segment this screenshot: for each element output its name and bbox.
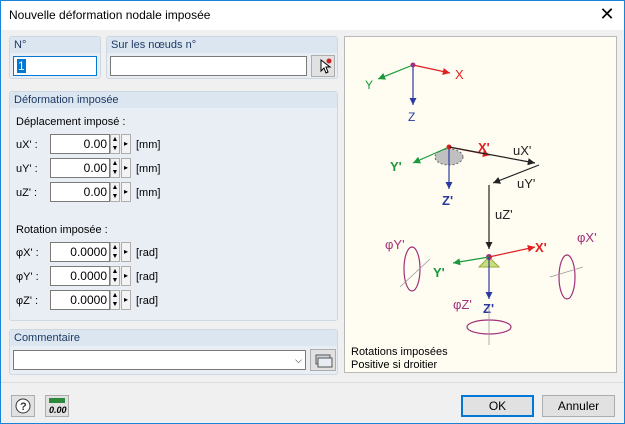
number-input[interactable]: 1 [13,56,97,76]
phiz-diagram-label: φZ' [453,297,472,312]
comment-library-button[interactable] [310,349,336,371]
phiz-input[interactable]: 0.0000 [50,290,110,310]
uy-spinner[interactable]: ▲ ▼ [110,158,120,178]
phiy-unit: [rad] [136,271,159,283]
displacement-label: Déplacement imposé : [16,116,126,128]
phiz-label: φZ' : [16,295,39,307]
local-y-label: Y' [390,159,402,174]
ux-input[interactable]: 0.00 [50,134,110,154]
folder-stack-icon [315,354,333,368]
nodes-group-label: Sur les nœuds n° [107,37,337,53]
dialog-window: Nouvelle déformation nodale imposée ✕ N°… [0,0,625,424]
phiz-spinner[interactable]: ▲ ▼ [110,290,120,310]
uz-input[interactable]: 0.00 [50,182,110,202]
deformation-diagram: X Y Z X' Y' Z' uX' uY' uZ' X' Y' Z' φY' … [351,62,597,371]
phix-unit: [rad] [136,247,159,259]
uz-diagram-label: uZ' [495,207,513,222]
close-icon[interactable]: ✕ [596,4,618,26]
uy-input[interactable]: 0.00 [50,158,110,178]
phiy-input[interactable]: 0.0000 [50,266,110,286]
ux-spinner[interactable]: ▲ ▼ [110,134,120,154]
phiz-unit: [rad] [136,295,159,307]
ux-arrow-button[interactable]: ▸ [121,134,131,154]
ux-unit: [mm] [136,139,161,151]
deformation-group-label: Déformation imposée [10,92,337,108]
global-y-label: Y [365,78,373,92]
phix-spinner[interactable]: ▲ ▼ [110,242,120,262]
help-icon: ? [15,398,31,414]
chevron-down-icon[interactable]: ⌵ [295,351,302,369]
comment-group-label: Commentaire [10,330,337,346]
ux-label: uX' : [16,139,38,151]
uz-label: uZ' : [16,187,38,199]
uy-unit: [mm] [136,163,161,175]
nodes-input[interactable] [110,56,307,76]
units-button[interactable]: 0.00 [45,395,69,417]
uy-arrow-button[interactable]: ▸ [121,158,131,178]
units-icon: 0.00 [49,398,67,415]
svg-text:?: ? [20,401,27,413]
diagram-panel: X Y Z X' Y' Z' uX' uY' uZ' X' Y' Z' φY' … [344,36,617,373]
global-z-label: Z [408,110,415,124]
uz-arrow-button[interactable]: ▸ [121,182,131,202]
uy-label: uY' : [16,163,38,175]
uz-unit: [mm] [136,187,161,199]
rot-x-axis-label: X' [535,240,547,255]
phix-arrow-button[interactable]: ▸ [121,242,131,262]
number-input-value: 1 [17,59,26,73]
pick-cursor-icon [320,58,332,74]
cancel-button[interactable]: Annuler [542,395,615,417]
phiy-arrow-button[interactable]: ▸ [121,266,131,286]
rotation-label: Rotation imposée : [16,224,108,236]
number-group: N° 1 [9,36,101,79]
uy-diagram-label: uY' [517,176,535,191]
ux-diagram-label: uX' [513,143,531,158]
caption-right-hand: Positive si droitier [351,359,438,371]
global-x-label: X [455,67,464,82]
number-group-label: N° [10,37,100,53]
phiy-spinner[interactable]: ▲ ▼ [110,266,120,286]
phix-input[interactable]: 0.0000 [50,242,110,262]
comment-input[interactable]: ⌵ [13,350,306,370]
window-title: Nouvelle déformation nodale imposée [9,8,211,22]
comment-group: Commentaire ⌵ [9,329,338,375]
caption-rotations: Rotations imposées [351,346,448,358]
rot-z-axis-label: Z' [483,301,494,316]
nodes-group: Sur les nœuds n° [106,36,338,79]
phiy-label: φY' : [16,271,39,283]
pick-node-button[interactable] [311,55,335,77]
title-bar: Nouvelle déformation nodale imposée ✕ [1,1,624,30]
local-z-label: Z' [442,193,453,208]
deformation-group: Déformation imposée Déplacement imposé :… [9,91,338,321]
uz-spinner[interactable]: ▲ ▼ [110,182,120,202]
phiz-arrow-button[interactable]: ▸ [121,290,131,310]
footer-separator [1,382,624,383]
phix-label: φX' : [16,247,39,259]
rot-y-axis-label: Y' [433,265,445,280]
phix-diagram-label: φX' [577,230,597,245]
ok-button[interactable]: OK [461,395,534,417]
local-x-label: X' [478,140,490,155]
units-icon-text: 0.00 [49,405,67,415]
help-button[interactable]: ? [11,395,35,417]
phiy-diagram-label: φY' [385,237,405,252]
